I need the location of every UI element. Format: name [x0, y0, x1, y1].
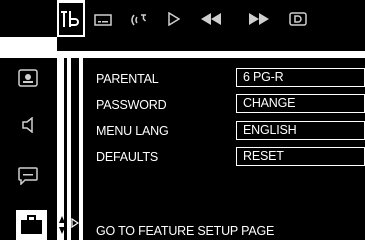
menu-label-defaults: DEFAULTS — [96, 150, 159, 164]
audio-setup-icon[interactable] — [22, 117, 36, 133]
top-toolbar — [0, 0, 365, 37]
rewind-icon[interactable] — [200, 13, 222, 25]
feature-setup-icon[interactable] — [20, 215, 43, 235]
play-icon[interactable] — [168, 12, 180, 26]
video-setup-icon[interactable] — [18, 69, 38, 87]
language-setup-icon[interactable] — [18, 167, 38, 185]
audio-icon[interactable] — [130, 12, 150, 28]
menu-label-parental: PARENTAL — [96, 72, 159, 86]
menu-lang-value[interactable]: ENGLISH — [236, 121, 365, 140]
menu-label-menu-lang: MENU LANG — [96, 124, 169, 138]
right-arrow-icon[interactable] — [71, 218, 79, 228]
toolbar-divider — [57, 51, 365, 53]
password-value[interactable]: CHANGE — [236, 94, 365, 113]
status-text: GO TO FEATURE SETUP PAGE — [96, 224, 275, 238]
setup-icon[interactable] — [61, 10, 81, 27]
fast-forward-icon[interactable] — [248, 13, 270, 25]
display-icon[interactable] — [289, 12, 307, 26]
parental-value[interactable]: 6 PG-R — [236, 68, 365, 87]
up-down-arrow-icon[interactable] — [59, 215, 65, 235]
subtitle-icon[interactable] — [94, 14, 112, 26]
toolbar-strip-gap — [0, 37, 57, 53]
sidebar-divider — [64, 58, 67, 240]
menu-label-password: PASSWORD — [96, 98, 167, 112]
defaults-value[interactable]: RESET — [236, 147, 365, 166]
menu-divider — [71, 58, 79, 240]
